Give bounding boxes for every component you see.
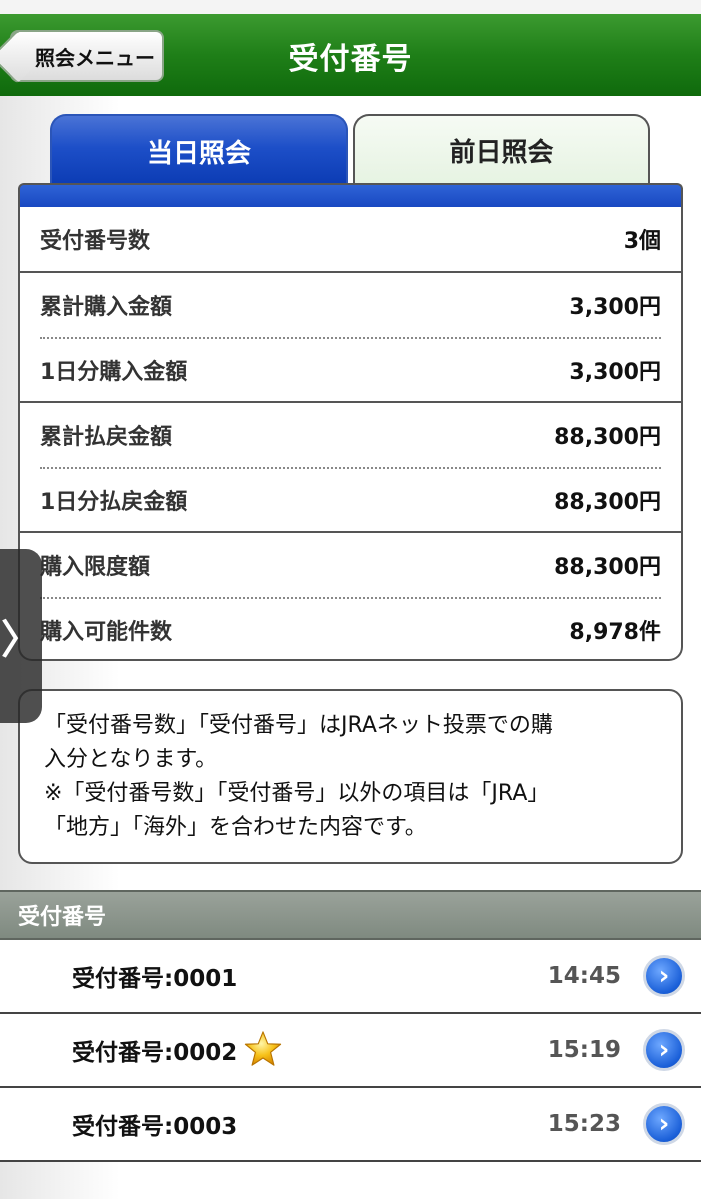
- summary-label: 累計購入金額: [40, 295, 173, 320]
- receipt-row-0003[interactable]: 受付番号:0003 15:23 ›: [0, 1088, 701, 1162]
- summary-value: 8,978件: [569, 620, 661, 645]
- summary-group-purchase: 累計購入金額 3,300円 1日分購入金額 3,300円: [20, 273, 681, 403]
- summary-label: 累計払戻金額: [40, 425, 173, 450]
- summary-label: 1日分払戻金額: [40, 490, 188, 515]
- receipt-time: 15:23: [547, 1111, 621, 1137]
- chevron-right-circle-icon[interactable]: ›: [643, 1103, 685, 1145]
- receipt-number: 受付番号:0002: [72, 1040, 238, 1066]
- app-header: 照会メニュー 受付番号: [0, 0, 701, 96]
- summary-group-payout: 累計払戻金額 88,300円 1日分払戻金額 88,300円: [20, 403, 681, 533]
- chevron-right-icon: 〉: [1, 617, 41, 663]
- summary-label: 購入可能件数: [40, 620, 173, 645]
- receipt-number: 受付番号:0003: [72, 1114, 238, 1140]
- summary-table: 受付番号数 3個 累計購入金額 3,300円 1日分購入金額 3,300円 累計…: [18, 207, 683, 661]
- summary-value: 88,300円: [554, 490, 661, 515]
- note-line: 入分となります。: [44, 747, 218, 772]
- receipt-row-0002[interactable]: 受付番号:0002 15:19 ›: [0, 1014, 701, 1088]
- summary-row: 累計購入金額 3,300円: [40, 273, 661, 337]
- summary-row: 累計払戻金額 88,300円: [40, 403, 661, 467]
- chevron-right-circle-icon[interactable]: ›: [643, 1029, 685, 1071]
- summary-value: 3,300円: [569, 360, 661, 385]
- tab-underline-bar: [18, 183, 683, 209]
- summary-row: 1日分払戻金額 88,300円: [40, 467, 661, 531]
- note-line: 「地方」「海外」を合わせた内容です。: [44, 815, 427, 840]
- summary-value: 3個: [623, 229, 661, 254]
- summary-group-receipts: 受付番号数 3個: [20, 207, 681, 273]
- summary-row: 受付番号数 3個: [40, 207, 661, 271]
- summary-label: 購入限度額: [40, 555, 151, 580]
- tab-previous-day-inquiry[interactable]: 前日照会: [353, 114, 650, 184]
- section-header-receipts: 受付番号: [0, 890, 701, 940]
- summary-value: 3,300円: [569, 295, 661, 320]
- page-title: 受付番号: [288, 42, 413, 77]
- summary-label: 1日分購入金額: [40, 360, 188, 385]
- summary-row: 購入可能件数 8,978件: [40, 597, 661, 661]
- summary-row: 購入限度額 88,300円: [40, 533, 661, 597]
- summary-value: 88,300円: [554, 425, 661, 450]
- side-drawer-handle[interactable]: 〉: [0, 549, 42, 723]
- star-icon: [244, 1031, 282, 1066]
- info-note: 「受付番号数」「受付番号」はJRAネット投票での購 入分となります。 ※「受付番…: [18, 689, 683, 864]
- receipt-number: 受付番号:0001: [72, 966, 238, 992]
- summary-row: 1日分購入金額 3,300円: [40, 337, 661, 401]
- summary-value: 88,300円: [554, 555, 661, 580]
- receipt-time: 15:19: [547, 1037, 621, 1063]
- note-line: ※「受付番号数」「受付番号」以外の項目は「JRA」: [44, 781, 550, 806]
- receipt-row-0001[interactable]: 受付番号:0001 14:45 ›: [0, 940, 701, 1014]
- receipt-time: 14:45: [547, 963, 621, 989]
- note-line: 「受付番号数」「受付番号」はJRAネット投票での購: [44, 713, 553, 738]
- summary-label: 受付番号数: [40, 229, 151, 254]
- receipt-list: 受付番号:0001 14:45 › 受付番号:0002 15:19 › 受付番号…: [0, 940, 701, 1162]
- tab-today-inquiry[interactable]: 当日照会: [50, 114, 348, 186]
- chevron-right-circle-icon[interactable]: ›: [643, 955, 685, 997]
- summary-group-limit: 購入限度額 88,300円 購入可能件数 8,978件: [20, 533, 681, 661]
